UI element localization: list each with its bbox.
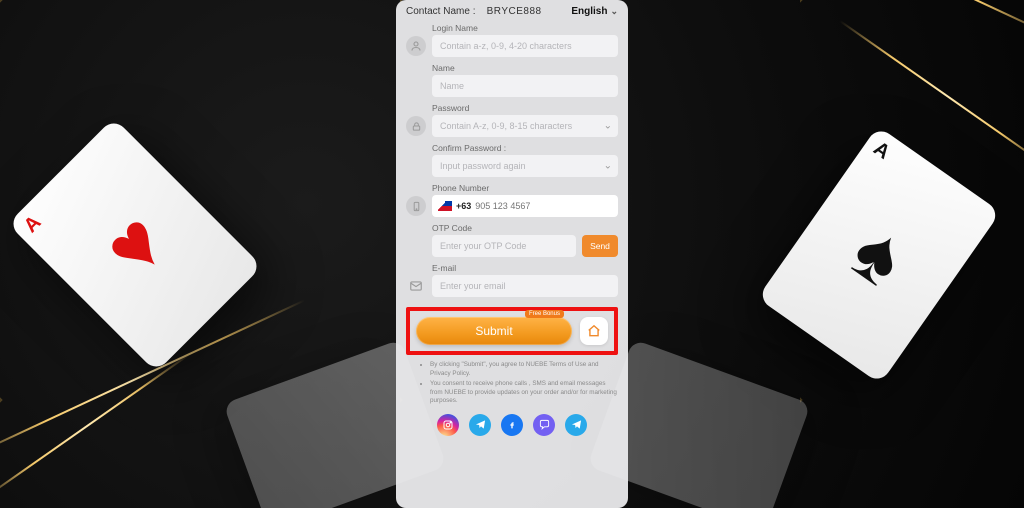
- name-input[interactable]: [432, 75, 618, 97]
- social-facebook[interactable]: [501, 414, 523, 436]
- contact-label: Contact Name :: [406, 6, 475, 17]
- decoration-gold-line: [719, 0, 1024, 42]
- background-scene: A♥ A♠ Contact Name : BRYCE888 English ⌄ …: [0, 0, 1024, 508]
- name-label: Name: [432, 63, 618, 73]
- field-name: Name: [406, 63, 618, 97]
- playing-card-spades: A♠: [757, 126, 1000, 384]
- submit-highlight-box: Submit Free Bonus: [406, 307, 618, 355]
- confirm-password-label: Confirm Password :: [432, 143, 618, 153]
- otp-label: OTP Code: [432, 223, 618, 233]
- phone-input[interactable]: [475, 195, 612, 217]
- eye-icon[interactable]: ⌄: [604, 161, 612, 172]
- fineprint-line: You consent to receive phone calls , SMS…: [430, 380, 618, 406]
- contact-value: BRYCE888: [487, 6, 542, 17]
- social-row: [406, 414, 618, 436]
- phone-icon: [406, 196, 426, 216]
- language-label: English: [571, 6, 607, 17]
- dial-code: +63: [456, 201, 471, 211]
- confirm-password-input[interactable]: [432, 155, 618, 177]
- field-password: Password ⌄: [406, 103, 618, 137]
- contact-name: Contact Name : BRYCE888: [406, 6, 542, 17]
- home-icon: [587, 324, 601, 338]
- password-label: Password: [432, 103, 618, 113]
- login-name-input[interactable]: [432, 35, 618, 57]
- field-phone: Phone Number +63: [406, 183, 618, 217]
- submit-label: Submit: [475, 324, 512, 338]
- field-email: E-mail: [406, 263, 618, 297]
- phone-row: +63: [432, 195, 618, 217]
- panel-header: Contact Name : BRYCE888 English ⌄: [406, 6, 618, 17]
- free-bonus-tag: Free Bonus: [525, 310, 564, 318]
- field-confirm-password: Confirm Password : ⌄: [406, 143, 618, 177]
- user-icon: [406, 36, 426, 56]
- email-input[interactable]: [432, 275, 618, 297]
- social-instagram[interactable]: [437, 414, 459, 436]
- lock-icon: [406, 116, 426, 136]
- social-telegram[interactable]: [565, 414, 587, 436]
- playing-card-hearts: A♥: [8, 118, 263, 373]
- registration-panel: Contact Name : BRYCE888 English ⌄ Login …: [396, 0, 628, 508]
- chevron-down-icon: ⌄: [610, 6, 618, 17]
- home-button[interactable]: [580, 317, 608, 345]
- field-login-name: Login Name: [406, 23, 618, 57]
- otp-input[interactable]: [432, 235, 576, 257]
- login-name-label: Login Name: [432, 23, 618, 33]
- submit-button[interactable]: Submit Free Bonus: [416, 317, 572, 345]
- fineprint: By clicking "Submit", you agree to NUEBE…: [420, 361, 618, 406]
- fineprint-line: By clicking "Submit", you agree to NUEBE…: [430, 361, 618, 378]
- phone-label: Phone Number: [432, 183, 618, 193]
- social-telegram[interactable]: [469, 414, 491, 436]
- email-label: E-mail: [432, 263, 618, 273]
- mail-icon: [406, 276, 426, 296]
- field-otp: OTP Code Send: [406, 223, 618, 257]
- social-viber[interactable]: [533, 414, 555, 436]
- password-input[interactable]: [432, 115, 618, 137]
- eye-icon[interactable]: ⌄: [604, 121, 612, 132]
- language-selector[interactable]: English ⌄: [571, 6, 618, 17]
- flag-ph-icon: [438, 201, 452, 211]
- send-otp-button[interactable]: Send: [582, 235, 618, 257]
